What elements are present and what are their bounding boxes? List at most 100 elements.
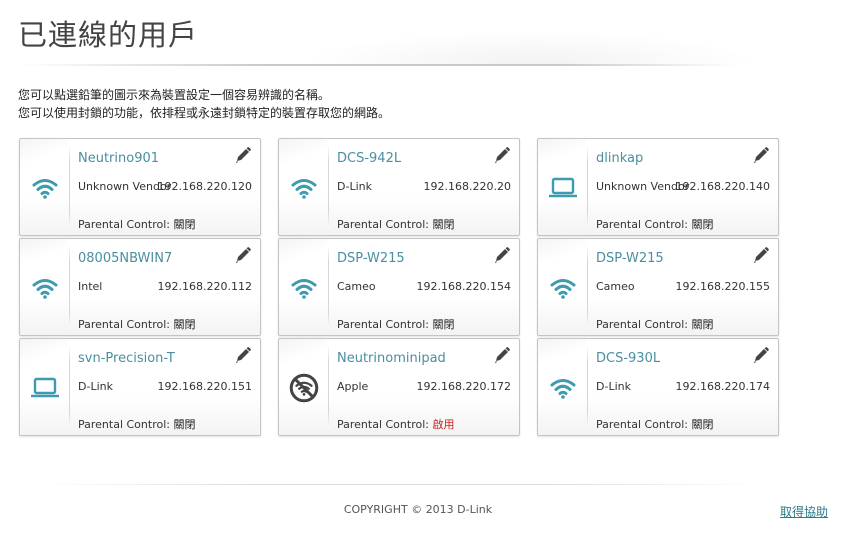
device-card: 08005NBWIN7 Intel 192.168.220.112 Parental … <box>19 238 261 336</box>
device-ip: 192.168.220.155 <box>675 280 770 293</box>
parental-control-status: 關閉 <box>691 218 714 231</box>
device-name: svn-Precision-T <box>78 351 175 366</box>
card-corner <box>20 139 68 167</box>
parental-control-status: 關閉 <box>432 318 455 331</box>
parental-control: Parental Control: 關閉 <box>78 316 195 332</box>
device-name: Neutrino901 <box>78 151 160 166</box>
card-divider <box>69 245 70 329</box>
parental-control: Parental Control: 關閉 <box>337 216 454 232</box>
card-corner <box>279 139 327 167</box>
parental-control-label: Parental Control: <box>337 418 429 431</box>
card-corner <box>279 239 327 267</box>
help-link[interactable]: 取得協助 <box>780 503 828 520</box>
parental-control-status: 關閉 <box>173 318 196 331</box>
parental-control-status: 關閉 <box>691 318 714 331</box>
pencil-icon[interactable] <box>493 346 511 364</box>
device-ip: 192.168.220.151 <box>157 380 252 393</box>
parental-control: Parental Control: 啟用 <box>337 416 454 432</box>
parental-control-label: Parental Control: <box>78 318 170 331</box>
card-corner <box>538 239 586 267</box>
device-card: svn-Precision-T D-Link 192.168.220.151 Pare… <box>19 338 261 436</box>
device-vendor: Cameo <box>337 280 376 293</box>
device-card: DCS-930L D-Link 192.168.220.174 Parental Co… <box>537 338 779 436</box>
card-divider <box>587 345 588 429</box>
device-name: DSP-W215 <box>337 251 405 266</box>
pencil-icon[interactable] <box>234 146 252 164</box>
device-grid: Neutrino901 Unknown Vendor 192.168.220.120… <box>19 138 779 436</box>
card-divider <box>328 145 329 229</box>
device-name: 08005NBWIN7 <box>78 251 173 266</box>
device-vendor: Cameo <box>596 280 635 293</box>
pencil-icon[interactable] <box>752 146 770 164</box>
device-vendor: Intel <box>78 280 103 293</box>
card-corner <box>20 239 68 267</box>
parental-control: Parental Control: 關閉 <box>596 216 713 232</box>
device-card: DSP-W215 Cameo 192.168.220.155 Parental Con… <box>537 238 779 336</box>
wifi-icon <box>289 273 319 303</box>
parental-control-label: Parental Control: <box>596 318 688 331</box>
instruction-line: 您可以點選鉛筆的圖示來為裝置設定一個容易辨識的名稱。 <box>18 88 331 102</box>
pencil-icon[interactable] <box>752 246 770 264</box>
parental-control-label: Parental Control: <box>337 218 429 231</box>
device-vendor: D-Link <box>337 180 372 193</box>
parental-control: Parental Control: 關閉 <box>337 316 454 332</box>
device-ip: 192.168.220.154 <box>416 280 511 293</box>
card-divider <box>328 345 329 429</box>
pencil-icon[interactable] <box>493 146 511 164</box>
card-corner <box>279 339 327 367</box>
instructions: 您可以點選鉛筆的圖示來為裝置設定一個容易辨識的名稱。 您可以使用封鎖的功能，依排… <box>18 86 390 122</box>
parental-control-label: Parental Control: <box>596 218 688 231</box>
pencil-icon[interactable] <box>493 246 511 264</box>
device-ip: 192.168.220.172 <box>416 380 511 393</box>
card-divider <box>69 345 70 429</box>
device-name: DCS-930L <box>596 351 661 366</box>
device-ip: 192.168.220.20 <box>423 180 511 193</box>
card-divider <box>69 145 70 229</box>
title-divider <box>18 64 738 66</box>
parental-control-status: 關閉 <box>173 218 196 231</box>
device-name: DCS-942L <box>337 151 402 166</box>
device-vendor: D-Link <box>78 380 113 393</box>
device-card: dlinkap Unknown Vendor 192.168.220.140 Pare… <box>537 138 779 236</box>
card-corner <box>20 339 68 367</box>
card-divider <box>587 245 588 329</box>
device-name: DSP-W215 <box>596 251 664 266</box>
parental-control: Parental Control: 關閉 <box>78 216 195 232</box>
footer-divider <box>40 484 760 485</box>
card-divider <box>328 245 329 329</box>
device-name: Neutrinominipad <box>337 351 446 366</box>
device-ip: 192.168.220.120 <box>157 180 252 193</box>
copyright: COPYRIGHT © 2013 D-Link <box>343 503 493 516</box>
device-vendor: D-Link <box>596 380 631 393</box>
device-ip: 192.168.220.140 <box>675 180 770 193</box>
device-name: dlinkap <box>596 151 644 166</box>
title-shade <box>300 30 760 64</box>
blocked-wifi-icon <box>289 373 319 403</box>
parental-control-status: 關閉 <box>691 418 714 431</box>
device-ip: 192.168.220.112 <box>157 280 252 293</box>
card-corner <box>538 339 586 367</box>
device-card: DCS-942L D-Link 192.168.220.20 Parental Con… <box>278 138 520 236</box>
parental-control-status: 關閉 <box>173 418 196 431</box>
laptop-icon <box>548 173 578 203</box>
parental-control: Parental Control: 關閉 <box>596 316 713 332</box>
parental-control-label: Parental Control: <box>78 418 170 431</box>
pencil-icon[interactable] <box>234 346 252 364</box>
laptop-icon <box>30 373 60 403</box>
page-title: 已連線的用戶 <box>18 18 199 52</box>
device-card: Neutrinominipad Apple 192.168.220.172 Paren… <box>278 338 520 436</box>
card-divider <box>587 145 588 229</box>
device-ip: 192.168.220.174 <box>675 380 770 393</box>
parental-control: Parental Control: 關閉 <box>596 416 713 432</box>
pencil-icon[interactable] <box>234 246 252 264</box>
wifi-icon <box>548 373 578 403</box>
instruction-line: 您可以使用封鎖的功能，依排程或永遠封鎖特定的裝置存取您的網路。 <box>18 106 391 120</box>
parental-control: Parental Control: 關閉 <box>78 416 195 432</box>
parental-control-label: Parental Control: <box>337 318 429 331</box>
device-vendor: Apple <box>337 380 369 393</box>
pencil-icon[interactable] <box>752 346 770 364</box>
card-corner <box>538 139 586 167</box>
wifi-icon <box>289 173 319 203</box>
wifi-icon <box>30 273 60 303</box>
device-card: Neutrino901 Unknown Vendor 192.168.220.120… <box>19 138 261 236</box>
